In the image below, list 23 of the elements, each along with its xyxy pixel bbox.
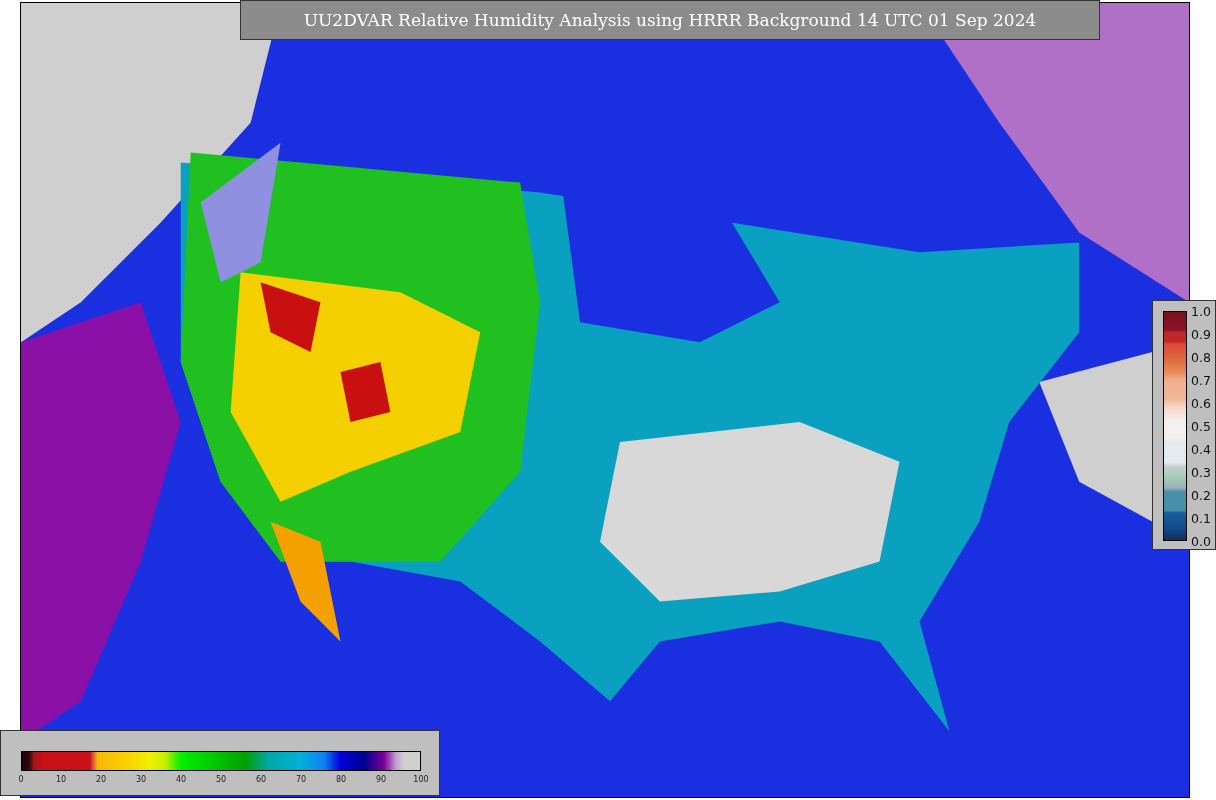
tick-label: 0.3 bbox=[1191, 464, 1211, 480]
tick-label: 100 bbox=[413, 775, 429, 784]
map-title: UU2DVAR Relative Humidity Analysis using HRRR Background 14 UTC 01 Sep 2024 bbox=[240, 0, 1100, 40]
tick-label: 80 bbox=[335, 775, 347, 784]
tick-label: 70 bbox=[295, 775, 307, 784]
tick-label: 20 bbox=[95, 775, 107, 784]
tick-label: 1.0 bbox=[1191, 303, 1211, 319]
tick-label: 10 bbox=[55, 775, 67, 784]
tick-label: 0.4 bbox=[1191, 441, 1211, 457]
tick-label: 0.1 bbox=[1191, 510, 1211, 526]
tick-label: 0.7 bbox=[1191, 372, 1211, 388]
tick-label: 40 bbox=[175, 775, 187, 784]
tick-label: 90 bbox=[375, 775, 387, 784]
tick-label: 0.6 bbox=[1191, 395, 1211, 411]
tick-label: 0 bbox=[18, 775, 24, 784]
tick-label: 60 bbox=[255, 775, 267, 784]
tick-label: 30 bbox=[135, 775, 147, 784]
tick-label: 50 bbox=[215, 775, 227, 784]
tick-label: 0.5 bbox=[1191, 418, 1211, 434]
tick-label: 0.2 bbox=[1191, 487, 1211, 503]
tick-label: 0.8 bbox=[1191, 349, 1211, 365]
tick-label: 0.0 bbox=[1191, 533, 1211, 549]
tick-label: 0.9 bbox=[1191, 326, 1211, 342]
